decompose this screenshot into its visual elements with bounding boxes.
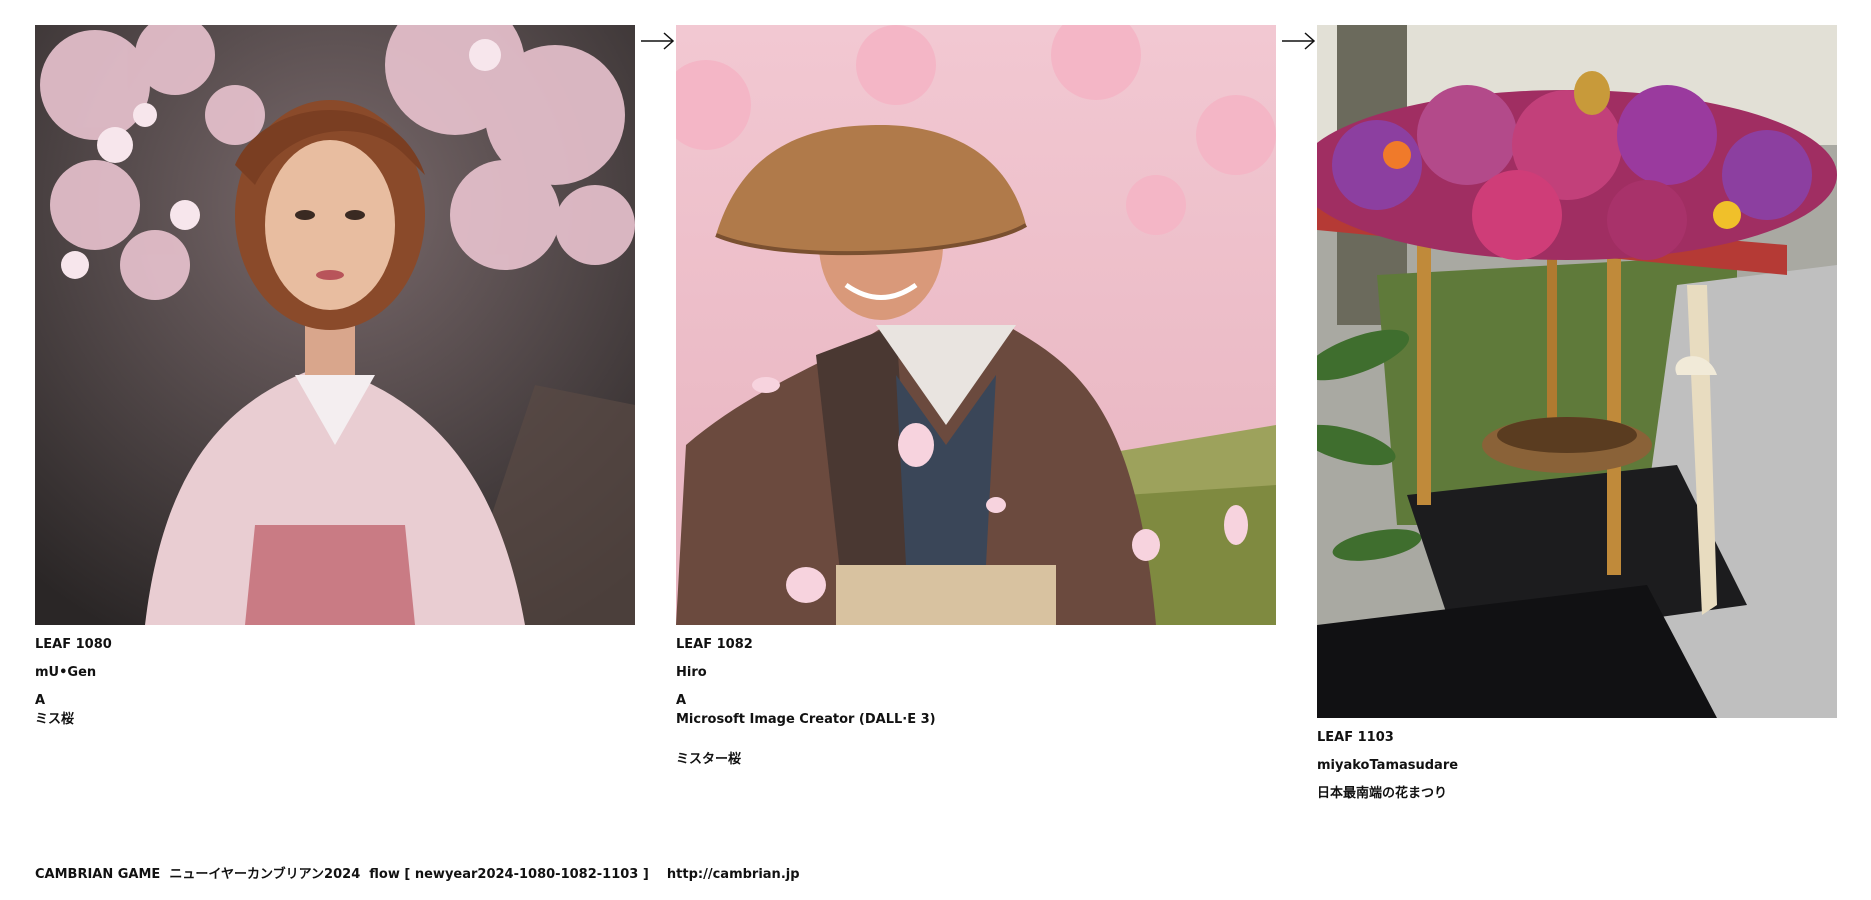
leaf-id-label: LEAF 1103 bbox=[1317, 730, 1394, 745]
leaf-title: A bbox=[35, 693, 46, 708]
leaf-1082-image[interactable] bbox=[676, 25, 1276, 625]
leaf-card-1080: LEAF 1080 mU•Gen A ミス桜 bbox=[35, 25, 635, 729]
leaf-title: A bbox=[676, 693, 687, 708]
leaf-card-1103: LEAF 1103 miyakoTamasudare 日本最南端の花まつり bbox=[1317, 25, 1837, 803]
leaf-tool: Microsoft Image Creator (DALL·E 3) bbox=[676, 712, 936, 727]
leaf-1080-image[interactable] bbox=[35, 25, 635, 625]
flower-shrine-image bbox=[1317, 25, 1837, 718]
leaf-card-1082: LEAF 1082 Hiro A Microsoft Image Creator… bbox=[676, 25, 1276, 769]
leaf-subtitle: ミス桜 bbox=[35, 712, 75, 727]
portrait-woman-image bbox=[35, 25, 635, 625]
leaf-author[interactable]: mU•Gen bbox=[35, 663, 635, 682]
arrow-right-icon bbox=[1282, 32, 1316, 50]
leaf-author[interactable]: miyakoTamasudare bbox=[1317, 756, 1837, 775]
leaf-author[interactable]: Hiro bbox=[676, 663, 1276, 682]
leaf-subtitle: 日本最南端の花まつり bbox=[1317, 786, 1448, 801]
leaf-id-label: LEAF 1082 bbox=[676, 637, 753, 652]
portrait-elderly-man-image bbox=[676, 25, 1276, 625]
leaf-1103-image[interactable] bbox=[1317, 25, 1837, 718]
leaf-id-label: LEAF 1080 bbox=[35, 637, 112, 652]
arrow-right-icon bbox=[641, 32, 675, 50]
leaf-subtitle: ミスター桜 bbox=[676, 752, 742, 767]
footer-credit: CAMBRIAN GAME ニューイヤーカンブリアン2024 flow [ ne… bbox=[35, 867, 800, 882]
